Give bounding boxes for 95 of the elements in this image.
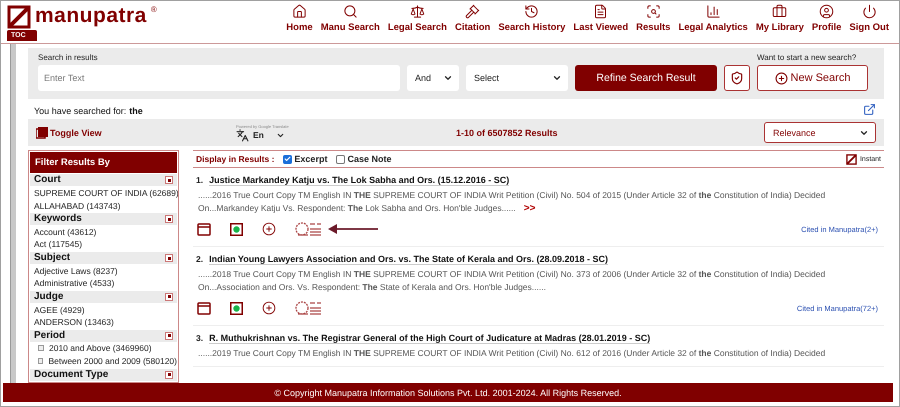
scan-search-icon [646, 4, 661, 19]
result-number: 1. [196, 175, 204, 185]
nav-item[interactable]: Home [282, 4, 317, 33]
expand-icon[interactable] [165, 292, 173, 301]
registered-mark: ® [150, 5, 157, 14]
nav-item[interactable]: My Library [752, 4, 808, 33]
checkbox-option[interactable]: Case Note [336, 154, 392, 164]
logo-icon [7, 5, 31, 29]
shield-icon [730, 71, 744, 85]
filter-item[interactable]: ALLAHABAD (143743) [30, 199, 177, 212]
nav-item[interactable]: Citation [450, 4, 494, 33]
filter-item[interactable]: AGEE (4929) [30, 303, 177, 316]
profile-icon [819, 4, 834, 19]
window-icon[interactable] [197, 302, 211, 314]
expand-icon[interactable] [165, 254, 173, 262]
nav-item[interactable]: Results [632, 4, 674, 33]
result-number: 2. [196, 254, 204, 264]
footer-bar: © Copyright Manupatra Information Solutions Pvt. Ltd. 2001-2024. All Rights Reserved. [3, 383, 893, 402]
filter-group-header[interactable]: Judge [30, 290, 177, 304]
checkbox[interactable] [336, 154, 346, 164]
filter-group-header[interactable]: Period [30, 330, 177, 342]
status-dot-icon[interactable] [230, 222, 243, 236]
brain-document-icon[interactable] [295, 221, 323, 237]
expand-icon[interactable] [165, 332, 173, 340]
checkbox-option[interactable]: Excerpt [283, 154, 328, 164]
gavel-icon [465, 4, 480, 19]
results-count: 1-10 of 6507852 Results [456, 128, 559, 138]
nav-item[interactable]: Legal Search [384, 4, 451, 33]
search-icon [342, 4, 358, 19]
filter-title: Filter Results By [30, 152, 177, 173]
stacked-squares-icon [36, 126, 48, 138]
filter-item[interactable]: SUPREME COURT OF INDIA (62689) [30, 186, 177, 200]
status-dot-icon[interactable] [230, 302, 243, 314]
filter-group-header[interactable]: Keywords [30, 212, 177, 226]
field-select[interactable]: Select [466, 65, 568, 91]
result-excerpt: ......2019 True Court Copy TM English IN THE SUPREME COURT OF INDIA Writ Petition (Civil) No. 612 of 2016 (Under Article 32 of the Constitution of India) Decided [197, 347, 826, 360]
result-number: 3. [196, 333, 204, 343]
result-excerpt: ......2018 True Court Copy TM English IN THE SUPREME COURT OF INDIA Writ Petition (Civil) No. 373 of 2006 (Under Article 32 of the Constitution of India) Decided On...Association and Ors. Vs. Respondent: The State of Kerala and Ors. Hon'ble Judges...... [197, 268, 826, 294]
expand-icon[interactable] [165, 215, 173, 224]
filter-item[interactable]: Administrative (4533) [30, 276, 177, 290]
filter-group-header[interactable]: Document Type [30, 368, 177, 381]
filter-item[interactable]: 2010 and Above (3469960) [30, 342, 177, 355]
toggle-view-link[interactable]: Toggle View [36, 126, 236, 138]
search-field[interactable]: Enter Text [38, 65, 400, 91]
refine-button[interactable]: Refine Search Result [575, 65, 717, 91]
window-icon[interactable] [197, 222, 211, 236]
scales-icon [410, 4, 425, 19]
expand-icon[interactable] [165, 176, 173, 184]
sort-select[interactable]: Relevance [764, 122, 876, 143]
slashed-square-icon [846, 154, 857, 164]
chevron-icon [443, 73, 453, 83]
filter-group-header[interactable]: Court [30, 174, 177, 186]
filter-item[interactable]: Adjective Laws (8237) [30, 264, 177, 277]
expand-icon[interactable] [165, 370, 173, 379]
nav-item[interactable]: Legal Analytics [674, 4, 752, 33]
document-icon [593, 4, 608, 19]
power-icon [862, 4, 877, 19]
external-link-icon[interactable] [863, 103, 876, 116]
filter-item[interactable]: Account (43612) [30, 225, 177, 238]
shield-button[interactable] [724, 65, 750, 91]
plus-circle-icon [774, 72, 788, 84]
bar-chart-icon [706, 4, 721, 19]
nav-item[interactable]: Last Viewed [569, 4, 632, 33]
brand-name: manupatra [35, 5, 147, 27]
language-select[interactable]: En [236, 128, 285, 142]
new-search-button[interactable]: New Search [757, 65, 868, 91]
home-icon [292, 4, 307, 19]
add-icon[interactable] [262, 301, 276, 315]
result-title[interactable]: Indian Young Lawyers Association and Ors. vs. The State of Kerala and Ors. (28.09.2018 - SC) [209, 254, 608, 265]
add-icon[interactable] [262, 222, 276, 236]
result-title[interactable]: R. Muthukrishnan vs. The Registrar General of the High Court of Judicature at Madras (28.01.2019 - SC) [209, 333, 650, 344]
scrollbar[interactable] [10, 44, 16, 383]
chevron-icon [552, 73, 562, 83]
search-term: the [129, 106, 143, 116]
nav-item[interactable]: Search History [494, 4, 570, 33]
brain-document-icon[interactable] [295, 300, 323, 316]
result-title[interactable]: Justice Markandey Katju vs. The Lok Sabha and Ors. (15.12.2016 - SC) [209, 175, 510, 186]
display-label: Display in Results : [196, 154, 274, 164]
filter-group-header[interactable]: Subject [30, 252, 177, 264]
new-search-prompt: Want to start a new search? [757, 53, 858, 62]
result-excerpt: ......2016 True Court Copy TM English IN THE SUPREME COURT OF INDIA Writ Petition (Civil) No. 504 of 2015 (Under Article 32 of the Constitution of India) Decided On...Markandey Katju Vs. Respondent: The Lok Sabha and Ors. Hon'ble Judges...... >> [197, 189, 826, 215]
search-label: Search in results [38, 53, 99, 62]
filter-item[interactable]: ANDERSON (13463) [30, 316, 177, 329]
filter-item[interactable]: Between 2000 and 2009 (580120) [30, 354, 177, 368]
history-icon [524, 4, 540, 19]
nav-item[interactable]: Manu Search [316, 4, 384, 33]
operator-select[interactable]: And [407, 65, 459, 91]
translate-icon [236, 128, 249, 142]
filter-item[interactable]: Act (117545) [30, 238, 177, 251]
checkbox[interactable] [283, 154, 292, 164]
nav-item[interactable]: Sign Out [845, 4, 893, 33]
searched-for-label: You have searched for: [34, 106, 126, 116]
nav-item[interactable]: Profile [808, 4, 846, 33]
briefcase-icon [772, 4, 788, 19]
more-link[interactable]: >> [524, 203, 536, 214]
